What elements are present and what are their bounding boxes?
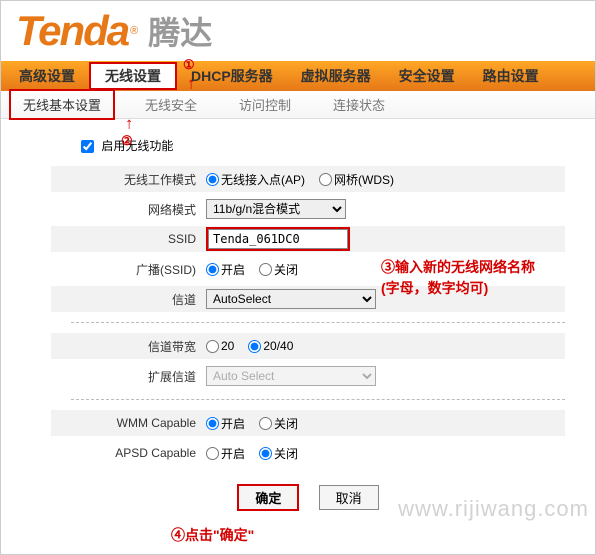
nav-virtual[interactable]: 虚拟服务器 [287, 61, 385, 91]
row-wmm: WMM Capable 开启 关闭 [51, 410, 565, 436]
input-ssid[interactable] [208, 229, 348, 249]
select-net-mode[interactable]: 11b/g/n混合模式 [206, 199, 346, 219]
divider-1 [71, 322, 565, 323]
radio-wmm-off[interactable]: 关闭 [259, 415, 298, 432]
brand-cn: 腾达 [148, 8, 212, 54]
enable-wireless-checkbox[interactable] [81, 140, 94, 153]
radio-apsd-on[interactable]: 开启 [206, 445, 245, 462]
enable-wireless-row: 启用无线功能 [51, 137, 565, 154]
radio-apsd-off[interactable]: 关闭 [259, 445, 298, 462]
radio-bw-2040[interactable]: 20/40 [248, 339, 293, 353]
label-apsd: APSD Capable [51, 446, 206, 460]
row-channel: 信道 AutoSelect [51, 286, 565, 312]
nav-security[interactable]: 安全设置 [385, 61, 469, 91]
radio-broadcast-on[interactable]: 开启 [206, 261, 245, 278]
subnav-basic[interactable]: 无线基本设置 [9, 89, 115, 120]
main-nav: 高级设置 无线设置 DHCP服务器 虚拟服务器 安全设置 路由设置 [1, 61, 595, 91]
radio-bw-20[interactable]: 20 [206, 339, 234, 353]
radio-broadcast-off[interactable]: 关闭 [259, 261, 298, 278]
arrow-2-icon: ↓ [125, 115, 133, 133]
enable-wireless-text: 启用无线功能 [101, 139, 173, 153]
radio-ap[interactable]: 无线接入点(AP) [206, 171, 305, 188]
logo-bar: Tenda ® 腾达 [1, 1, 595, 61]
label-work-mode: 无线工作模式 [51, 171, 206, 188]
select-channel[interactable]: AutoSelect [206, 289, 376, 309]
ok-button[interactable]: 确定 [237, 484, 299, 511]
radio-wds[interactable]: 网桥(WDS) [319, 171, 394, 188]
sub-nav: 无线基本设置 无线安全 访问控制 连接状态 [1, 91, 595, 119]
label-ext-channel: 扩展信道 [51, 368, 206, 385]
row-ssid: SSID [51, 226, 565, 252]
arrow-1-icon: ↓ [187, 75, 195, 93]
label-ssid: SSID [51, 232, 206, 246]
subnav-status[interactable]: 连接状态 [321, 91, 397, 118]
label-wmm: WMM Capable [51, 416, 206, 430]
divider-2 [71, 399, 565, 400]
button-row: 确定 取消 [51, 484, 565, 511]
row-ext-channel: 扩展信道 Auto Select [51, 363, 565, 389]
row-bandwidth: 信道带宽 20 20/40 [51, 333, 565, 359]
annotation-4: ④点击"确定" [171, 525, 254, 545]
label-bandwidth: 信道带宽 [51, 338, 206, 355]
subnav-security[interactable]: 无线安全 [133, 91, 209, 118]
nav-routing[interactable]: 路由设置 [469, 61, 553, 91]
enable-wireless-label[interactable]: 启用无线功能 [81, 139, 173, 153]
row-broadcast: 广播(SSID) 开启 关闭 [51, 256, 565, 282]
select-ext-channel[interactable]: Auto Select [206, 366, 376, 386]
row-work-mode: 无线工作模式 无线接入点(AP) 网桥(WDS) [51, 166, 565, 192]
cancel-button[interactable]: 取消 [319, 485, 379, 510]
nav-wireless[interactable]: 无线设置 [89, 62, 177, 90]
row-net-mode: 网络模式 11b/g/n混合模式 [51, 196, 565, 222]
label-net-mode: 网络模式 [51, 201, 206, 218]
reg-mark: ® [130, 25, 138, 37]
row-apsd: APSD Capable 开启 关闭 [51, 440, 565, 466]
radio-wmm-on[interactable]: 开启 [206, 415, 245, 432]
label-broadcast: 广播(SSID) [51, 261, 206, 278]
nav-advanced[interactable]: 高级设置 [5, 61, 89, 91]
content-area: 启用无线功能 无线工作模式 无线接入点(AP) 网桥(WDS) 网络模式 11b… [1, 119, 595, 521]
brand-logo: Tenda [16, 7, 128, 55]
subnav-access[interactable]: 访问控制 [227, 91, 303, 118]
ssid-highlight [206, 227, 350, 251]
label-channel: 信道 [51, 291, 206, 308]
